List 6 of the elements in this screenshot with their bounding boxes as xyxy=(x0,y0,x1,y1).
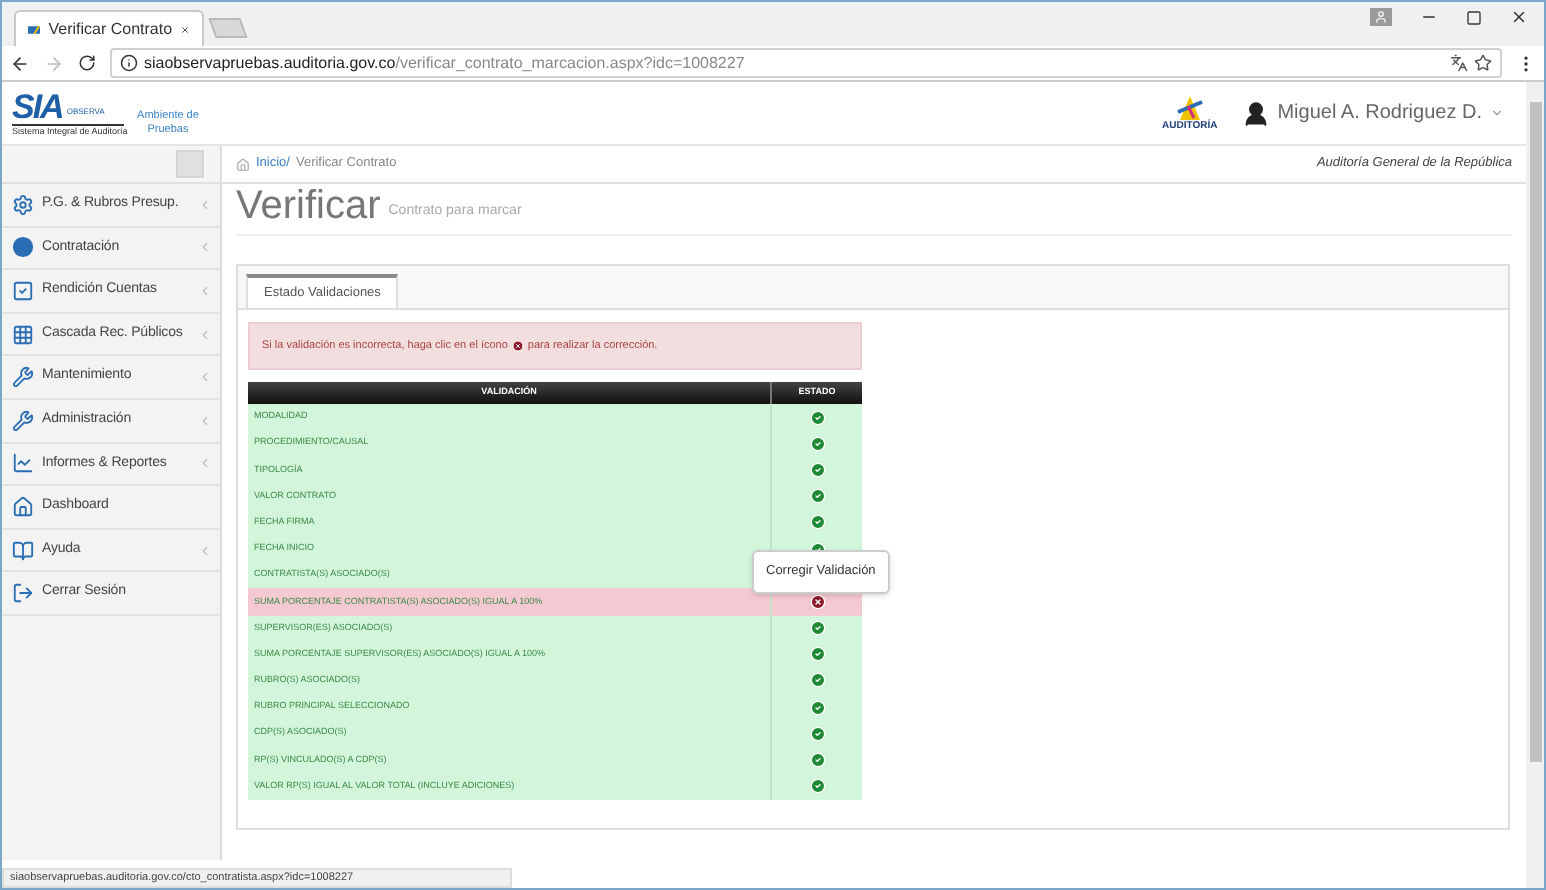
url-text: siaobservapruebas.auditoria.gov.co/verificar_contrato_marcacion.aspx?idc=1008227 xyxy=(144,51,745,75)
tab-title: Verificar Contrato xyxy=(48,17,173,41)
page-title: Verificar xyxy=(236,186,381,226)
browser-tab[interactable]: Verificar Contrato xyxy=(14,10,204,46)
user-name[interactable]: Miguel A. Rodriguez D. xyxy=(1277,98,1482,128)
address-field[interactable]: siaobservapruebas.auditoria.gov.co/verificar_contrato_marcacion.aspx?idc=1008227 xyxy=(110,48,1502,78)
